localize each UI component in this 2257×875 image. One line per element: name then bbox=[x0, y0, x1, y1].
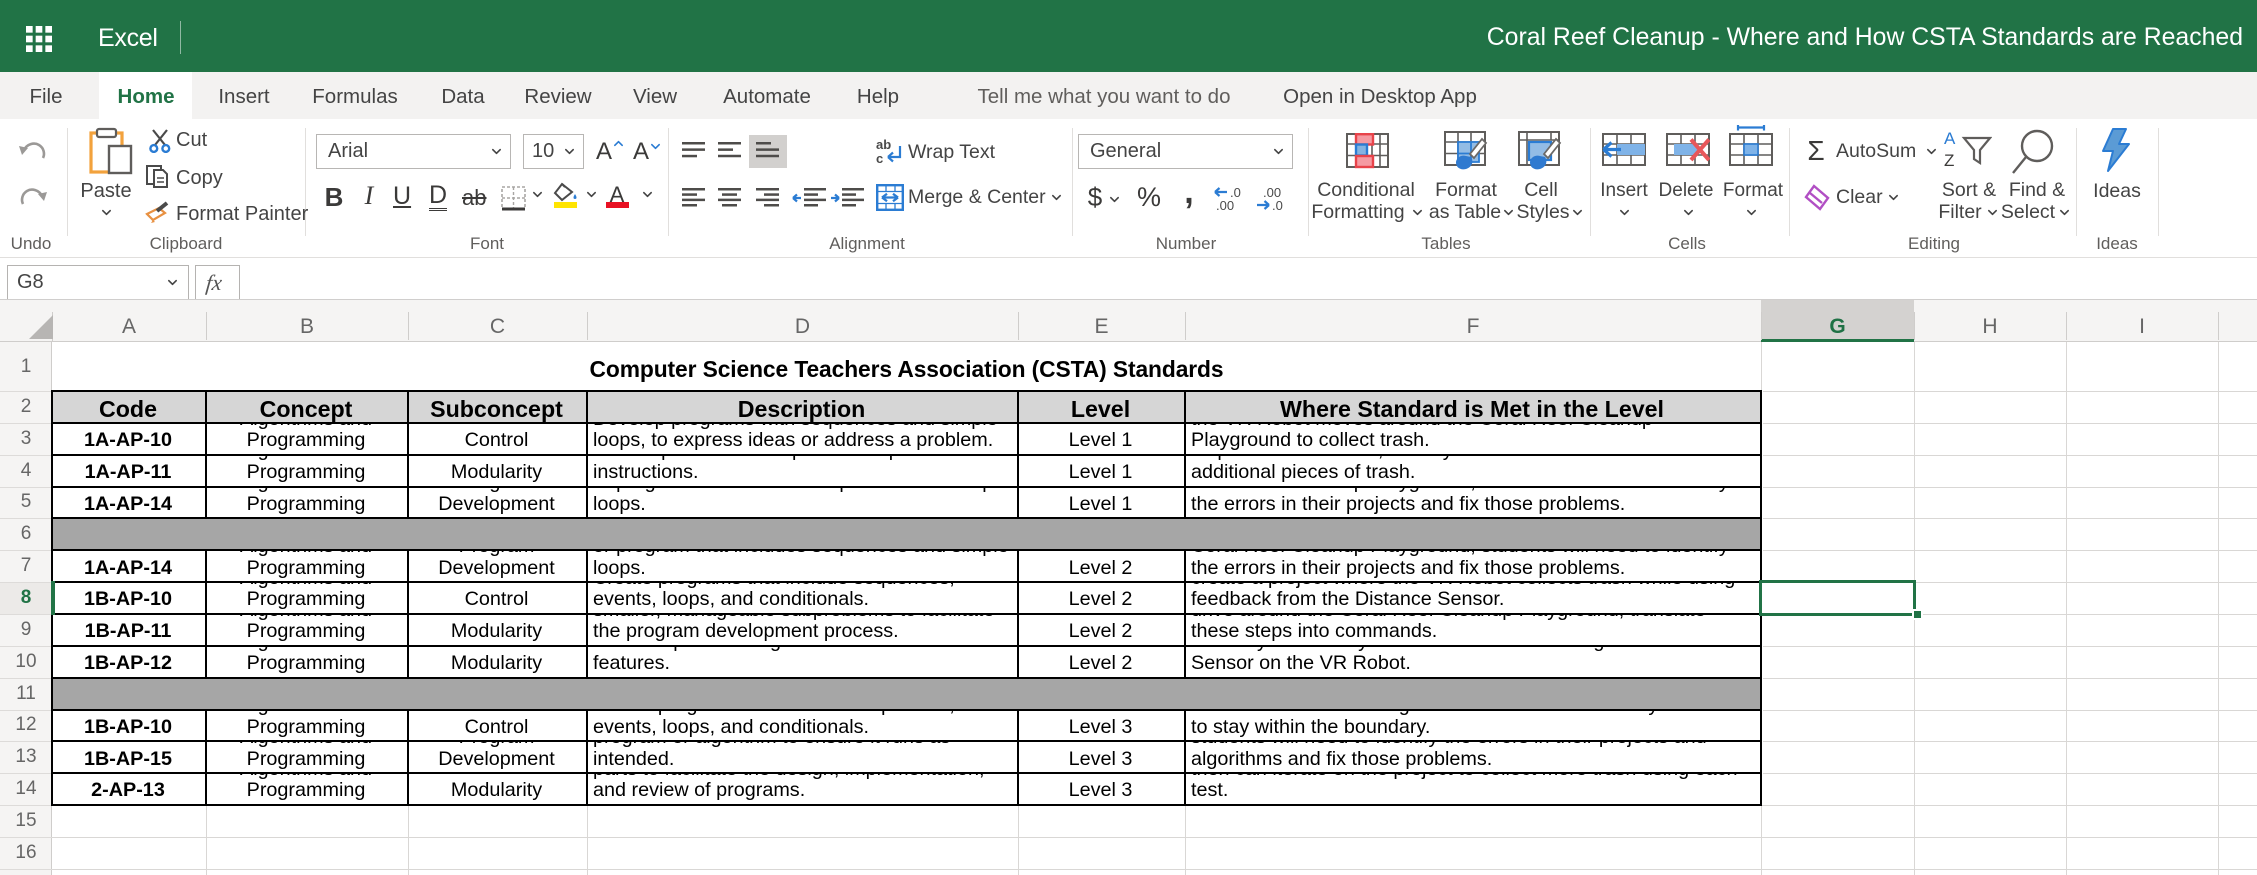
svg-text:.0: .0 bbox=[1272, 198, 1283, 211]
svg-text:Z: Z bbox=[1944, 151, 1954, 169]
svg-text:A: A bbox=[1944, 129, 1956, 148]
svg-text:c: c bbox=[876, 151, 883, 166]
svg-text:.00: .00 bbox=[1216, 198, 1234, 211]
svg-text:ab: ab bbox=[876, 138, 891, 152]
